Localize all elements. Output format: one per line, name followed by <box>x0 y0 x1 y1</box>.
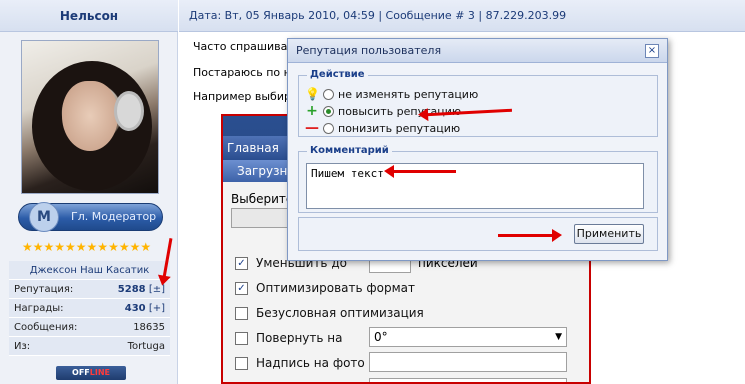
radio-decrease[interactable]: — понизить репутацию <box>305 121 460 135</box>
post-line: Например выбир <box>193 90 291 103</box>
chevron-down-icon: ▼ <box>555 332 562 342</box>
rotate-select[interactable]: 0° ▼ <box>369 327 567 347</box>
offline-status-badge: OFFLINE <box>56 366 126 380</box>
plus-icon: + <box>306 103 318 119</box>
rating-stars: ★★★★★★★★★★★★ <box>22 240 152 254</box>
user-panel: Нельсон M Гл. Модератор ★★★★★★★★★★★★ Дже… <box>0 0 178 384</box>
stat-awards: Награды: 430 [+] <box>9 299 170 318</box>
checkbox[interactable] <box>235 356 248 370</box>
post-line: Постараюсь по н <box>193 66 291 79</box>
close-icon[interactable]: × <box>645 44 659 58</box>
comment-legend: Комментарий <box>307 145 392 156</box>
rank-badge: M Гл. Модератор <box>18 202 163 232</box>
action-legend: Действие <box>307 69 368 80</box>
comment-fieldset: Комментарий Пишем текст <box>298 145 658 213</box>
user-title: Джексон Наш Касатик <box>9 261 170 280</box>
checkbox[interactable] <box>235 331 248 345</box>
annotation-arrow <box>384 165 456 178</box>
bulb-icon: 💡 <box>305 87 320 101</box>
checkbox[interactable]: ✓ <box>235 281 248 295</box>
radio-no-change[interactable]: 💡 не изменять репутацию <box>305 87 478 101</box>
action-fieldset: Действие 💡 не изменять репутацию + повыс… <box>298 69 658 137</box>
reputation-dialog: Репутация пользователя × Действие 💡 не и… <box>287 38 668 261</box>
headphones-icon <box>114 91 144 131</box>
apply-button[interactable]: Применить <box>574 224 644 244</box>
stat-reputation: Репутация: 5288 [±] <box>9 280 170 299</box>
stat-location: Из: Tortuga <box>9 337 170 356</box>
rank-emblem-icon: M <box>29 202 59 232</box>
dialog-title: Репутация пользователя <box>288 39 667 63</box>
user-stats: Джексон Наш Касатик Репутация: 5288 [±] … <box>9 261 170 356</box>
radio-increase[interactable]: + повысить репутацию <box>305 104 461 118</box>
rank-label: Гл. Модератор <box>71 210 157 223</box>
radio-button[interactable] <box>323 122 334 134</box>
select-label: Выберите <box>231 192 294 206</box>
option-rotate[interactable]: Повернуть на <box>235 331 342 345</box>
comment-textarea[interactable]: Пишем текст <box>306 163 644 209</box>
extra-input[interactable] <box>369 378 567 382</box>
radio-button[interactable] <box>323 88 334 100</box>
stat-messages: Сообщения: 18635 <box>9 318 170 337</box>
award-add-link[interactable]: [+] <box>149 303 165 314</box>
checkbox[interactable] <box>235 306 248 320</box>
post-header: Дата: Вт, 05 Январь 2010, 04:59 | Сообще… <box>179 0 745 32</box>
post-line: Часто спрашива <box>193 40 288 53</box>
avatar-face <box>62 81 118 151</box>
option-optimize[interactable]: ✓ Оптимизировать формат <box>235 281 415 295</box>
radio-button-selected[interactable] <box>323 105 334 117</box>
annotation-arrow <box>498 229 562 242</box>
avatar <box>21 40 159 194</box>
option-forced-optimize[interactable]: Безусловная оптимизация <box>235 306 424 320</box>
caption-input[interactable] <box>369 352 567 372</box>
checkbox[interactable]: ✓ <box>235 256 248 270</box>
username[interactable]: Нельсон <box>0 0 178 32</box>
select-field[interactable] <box>231 208 291 228</box>
minus-icon: — <box>305 120 319 136</box>
option-caption[interactable]: Надпись на фото <box>235 356 365 370</box>
